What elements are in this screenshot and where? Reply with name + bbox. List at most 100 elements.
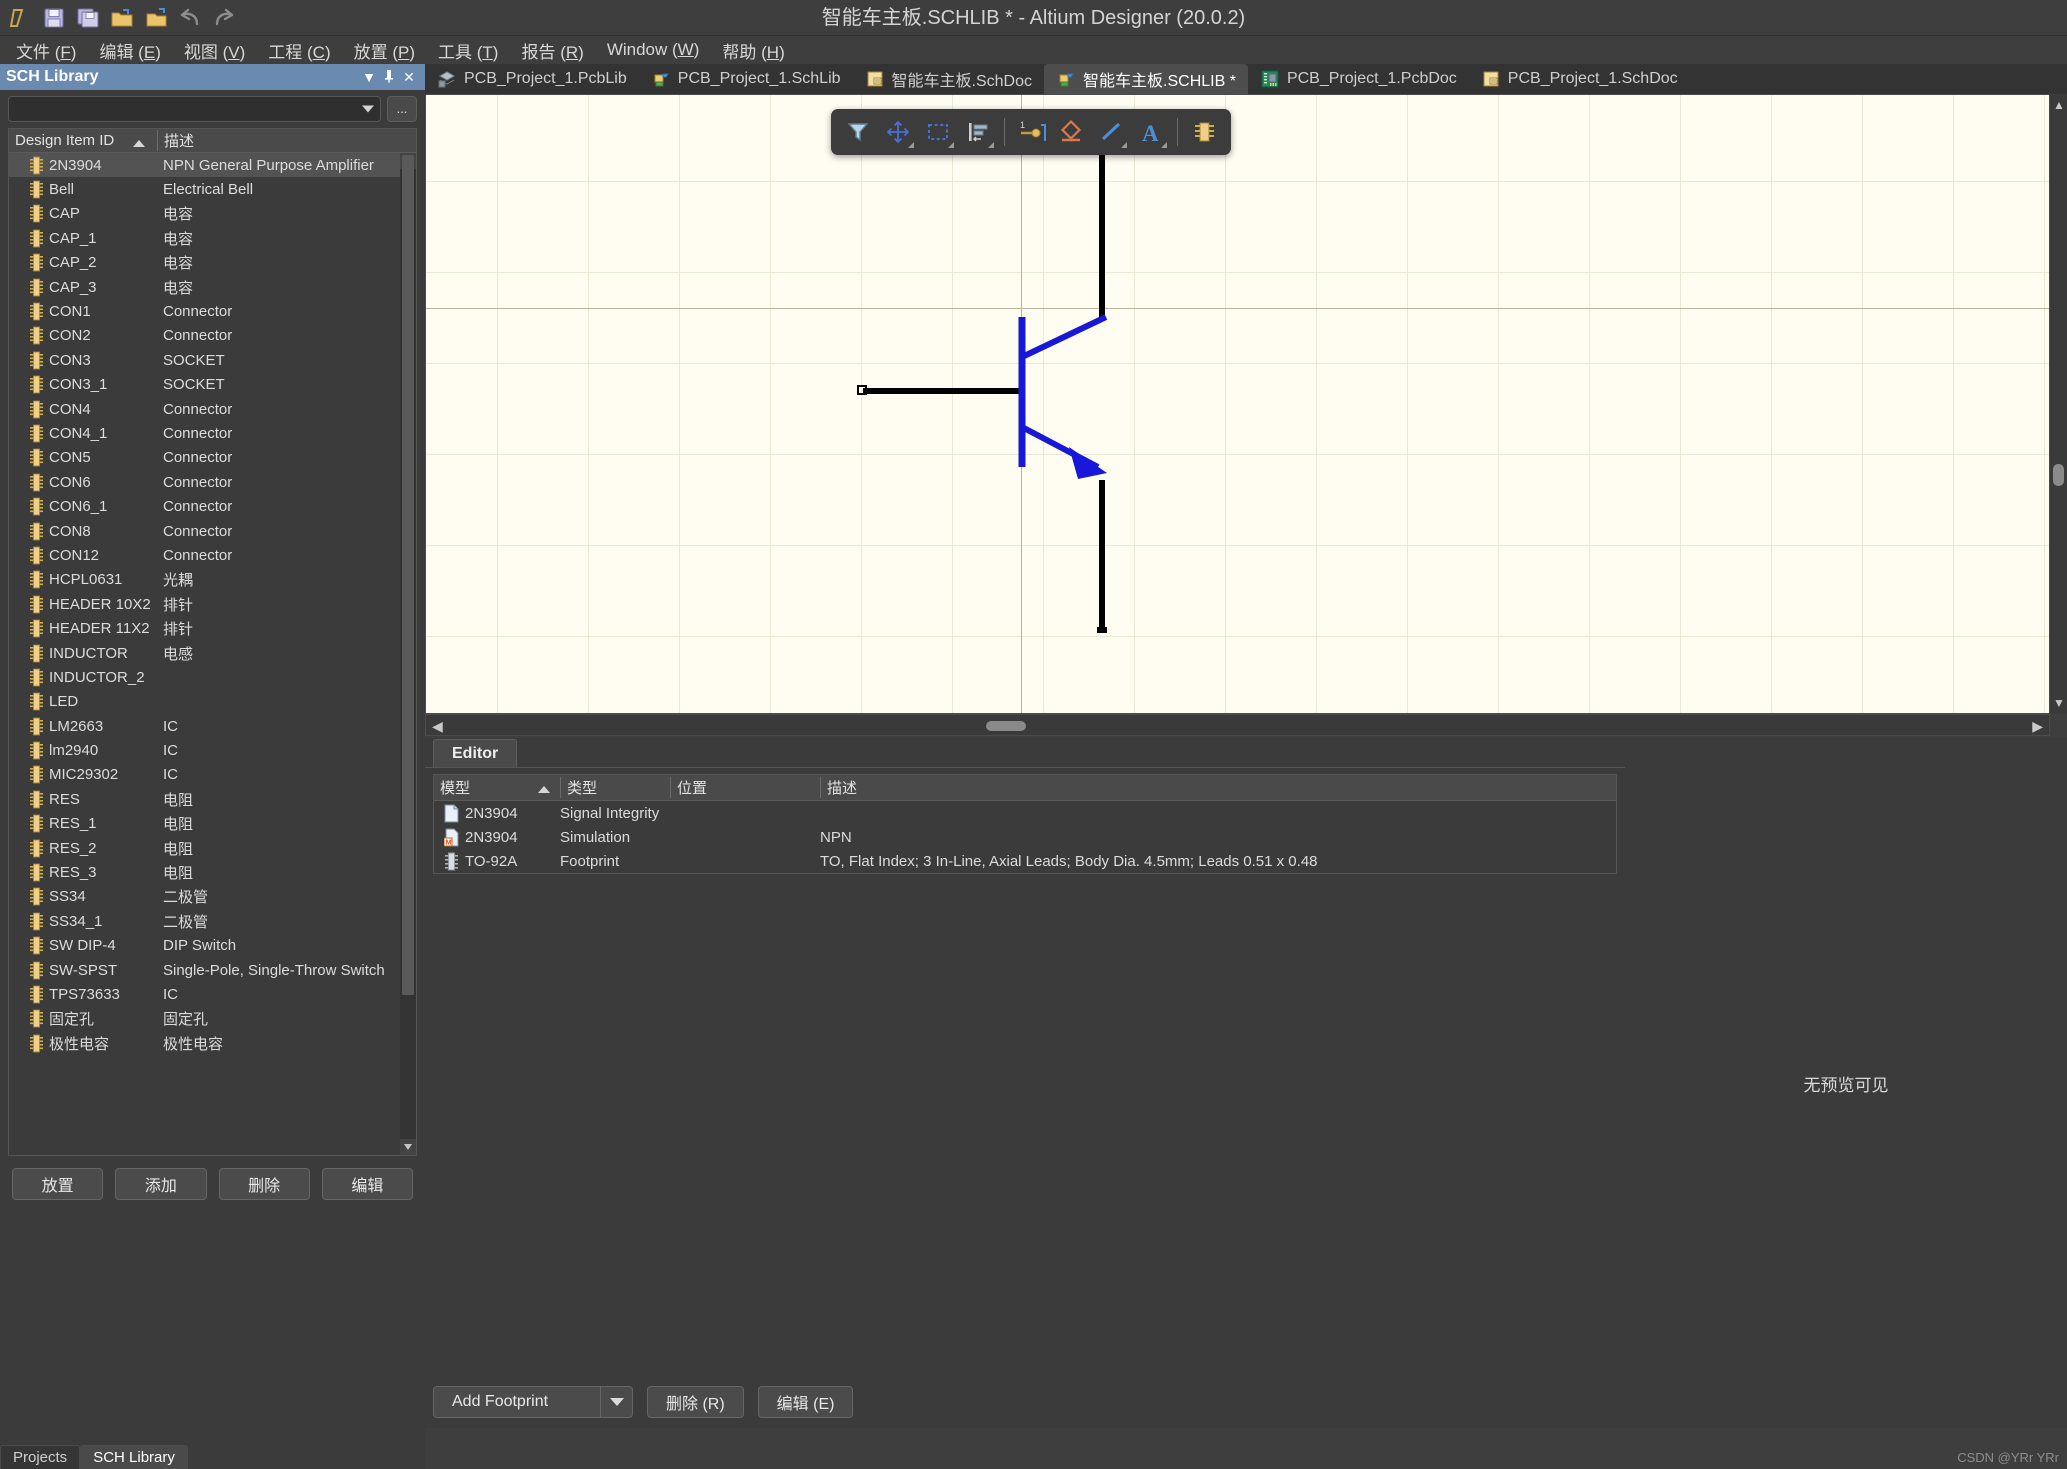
list-item[interactable]: RES_1 电阻 bbox=[9, 812, 400, 836]
list-item[interactable]: CON5 Connector bbox=[9, 446, 400, 470]
list-item[interactable]: CAP_1 电容 bbox=[9, 226, 400, 250]
place-button[interactable]: 放置 bbox=[12, 1168, 104, 1200]
list-item[interactable]: Bell Electrical Bell bbox=[9, 177, 400, 201]
filter-more-button[interactable]: ... bbox=[387, 96, 417, 122]
move-cross-icon[interactable] bbox=[879, 113, 917, 151]
add-button[interactable]: 添加 bbox=[115, 1168, 207, 1200]
menu-view[interactable]: 视图 (V) bbox=[174, 35, 255, 66]
list-item[interactable]: LM2663 IC bbox=[9, 714, 400, 738]
list-item[interactable]: CON3 SOCKET bbox=[9, 348, 400, 372]
component-list-scrollbar[interactable] bbox=[400, 153, 416, 1155]
component-list[interactable]: 2N3904 NPN General Purpose Amplifier Bell… bbox=[9, 153, 400, 1155]
list-item[interactable]: CON12 Connector bbox=[9, 543, 400, 567]
canvas-scroll-down-icon[interactable]: ▼ bbox=[2053, 696, 2065, 710]
panel-pin-icon[interactable] bbox=[379, 69, 399, 86]
schematic-canvas[interactable]: 1 A bbox=[425, 94, 2050, 714]
place-shape-icon[interactable] bbox=[1052, 113, 1090, 151]
panel-tab-projects[interactable]: Projects bbox=[0, 1445, 81, 1469]
list-item[interactable]: CON6 Connector bbox=[9, 470, 400, 494]
list-item[interactable]: 2N3904 NPN General Purpose Amplifier bbox=[9, 153, 400, 178]
table-row[interactable]: TO-92A Footprint TO, Flat Index; 3 In-Line… bbox=[434, 849, 1616, 873]
list-item[interactable]: CON1 Connector bbox=[9, 299, 400, 323]
vscroll-thumb[interactable] bbox=[2053, 464, 2064, 486]
tab-editor[interactable]: Editor bbox=[433, 739, 518, 767]
list-item[interactable]: TPS73633 IC bbox=[9, 982, 400, 1006]
canvas-scroll-up-icon[interactable]: ▲ bbox=[2053, 98, 2065, 112]
list-item[interactable]: lm2940 IC bbox=[9, 738, 400, 762]
model-column-description[interactable]: 描述 bbox=[820, 777, 1616, 798]
list-item[interactable]: INDUCTOR 电感 bbox=[9, 641, 400, 665]
menu-window[interactable]: Window (W) bbox=[597, 37, 710, 63]
document-tab[interactable]: PCB_Project_1.SchDoc bbox=[1468, 64, 1690, 94]
canvas-vertical-scrollbar[interactable]: ▲ ▼ bbox=[2050, 94, 2067, 714]
hscroll-thumb[interactable] bbox=[986, 721, 1026, 731]
list-item[interactable]: CON4_1 Connector bbox=[9, 421, 400, 445]
align-icon[interactable] bbox=[959, 113, 997, 151]
document-tab[interactable]: PCB_Project_1.SchLib bbox=[638, 64, 853, 94]
menu-edit[interactable]: 编辑 (E) bbox=[89, 35, 170, 66]
panel-close-icon[interactable]: ✕ bbox=[399, 69, 419, 86]
document-tab[interactable]: 智能车主板.SCHLIB * bbox=[1044, 64, 1248, 94]
place-component-icon[interactable] bbox=[1185, 113, 1223, 151]
menu-project[interactable]: 工程 (C) bbox=[258, 35, 340, 66]
scrollbar-thumb[interactable] bbox=[402, 155, 414, 995]
canvas-horizontal-scrollbar[interactable]: ◀ ▶ bbox=[425, 714, 2050, 736]
list-item[interactable]: CON4 Connector bbox=[9, 397, 400, 421]
place-pin-icon[interactable]: 1 bbox=[1012, 113, 1050, 151]
add-footprint-button[interactable]: Add Footprint bbox=[433, 1386, 633, 1418]
menu-tools[interactable]: 工具 (T) bbox=[428, 35, 508, 66]
list-item[interactable]: INDUCTOR_2 bbox=[9, 665, 400, 689]
list-item[interactable]: SS34 二极管 bbox=[9, 885, 400, 909]
edit-model-button[interactable]: 编辑 (E) bbox=[757, 1386, 854, 1418]
model-row-list[interactable]: 2N3904 Signal Integrity M 2N3904 Simulation N… bbox=[434, 801, 1616, 873]
menu-help[interactable]: 帮助 (H) bbox=[712, 35, 794, 66]
table-row[interactable]: 2N3904 Signal Integrity bbox=[434, 801, 1616, 825]
column-description[interactable]: 描述 bbox=[157, 130, 416, 151]
list-item[interactable]: HEADER 11X2 排针 bbox=[9, 616, 400, 640]
scroll-right-icon[interactable]: ▶ bbox=[2032, 718, 2043, 735]
scroll-left-icon[interactable]: ◀ bbox=[432, 718, 443, 735]
panel-dropdown-icon[interactable]: ▼ bbox=[359, 69, 379, 85]
list-item[interactable]: 极性电容 极性电容 bbox=[9, 1031, 400, 1055]
scroll-down-icon[interactable] bbox=[400, 1139, 416, 1155]
list-item[interactable]: CON2 Connector bbox=[9, 324, 400, 348]
library-filter-combo[interactable] bbox=[8, 96, 381, 122]
menu-file[interactable]: 文件 (F) bbox=[6, 35, 86, 66]
list-item[interactable]: LED bbox=[9, 690, 400, 714]
add-footprint-dropdown[interactable] bbox=[600, 1387, 632, 1417]
edit-button[interactable]: 编辑 bbox=[321, 1168, 413, 1200]
delete-model-button[interactable]: 删除 (R) bbox=[647, 1386, 744, 1418]
delete-button[interactable]: 删除 bbox=[218, 1168, 310, 1200]
column-design-item-id[interactable]: Design Item ID bbox=[9, 132, 157, 149]
list-item[interactable]: SS34_1 二极管 bbox=[9, 909, 400, 933]
table-row[interactable]: M 2N3904 Simulation NPN bbox=[434, 825, 1616, 849]
menu-place[interactable]: 放置 (P) bbox=[344, 35, 425, 66]
list-item[interactable]: CON6_1 Connector bbox=[9, 494, 400, 518]
filter-icon[interactable] bbox=[839, 113, 877, 151]
model-column-model[interactable]: 模型 bbox=[434, 777, 560, 798]
list-item[interactable]: CAP_2 电容 bbox=[9, 251, 400, 275]
list-item[interactable]: HEADER 10X2 排针 bbox=[9, 592, 400, 616]
list-item[interactable]: SW-SPST Single-Pole, Single-Throw Switch bbox=[9, 958, 400, 982]
document-tab[interactable]: PCB_Project_1.PcbDoc bbox=[1247, 64, 1469, 94]
select-rectangle-icon[interactable] bbox=[919, 113, 957, 151]
list-item[interactable]: CON3_1 SOCKET bbox=[9, 373, 400, 397]
place-text-icon[interactable]: A bbox=[1132, 113, 1170, 151]
list-item[interactable]: RES 电阻 bbox=[9, 787, 400, 811]
list-item[interactable]: CAP 电容 bbox=[9, 202, 400, 226]
npn-transistor-symbol[interactable] bbox=[426, 95, 2050, 714]
list-item[interactable]: 固定孔 固定孔 bbox=[9, 1007, 400, 1031]
list-item[interactable]: SW DIP-4 DIP Switch bbox=[9, 934, 400, 958]
document-tab[interactable]: 智能车主板.SchDoc bbox=[852, 64, 1045, 94]
list-item[interactable]: CON8 Connector bbox=[9, 519, 400, 543]
list-item[interactable]: CAP_3 电容 bbox=[9, 275, 400, 299]
place-line-icon[interactable] bbox=[1092, 113, 1130, 151]
list-item[interactable]: RES_3 电阻 bbox=[9, 860, 400, 884]
document-tab[interactable]: PCB_Project_1.PcbLib bbox=[425, 64, 639, 94]
model-column-location[interactable]: 位置 bbox=[670, 777, 820, 798]
list-item[interactable]: HCPL0631 光耦 bbox=[9, 568, 400, 592]
panel-tab-sch-library[interactable]: SCH Library bbox=[80, 1445, 188, 1469]
list-item[interactable]: RES_2 电阻 bbox=[9, 836, 400, 860]
list-item[interactable]: MIC29302 IC bbox=[9, 763, 400, 787]
menu-reports[interactable]: 报告 (R) bbox=[511, 35, 593, 66]
